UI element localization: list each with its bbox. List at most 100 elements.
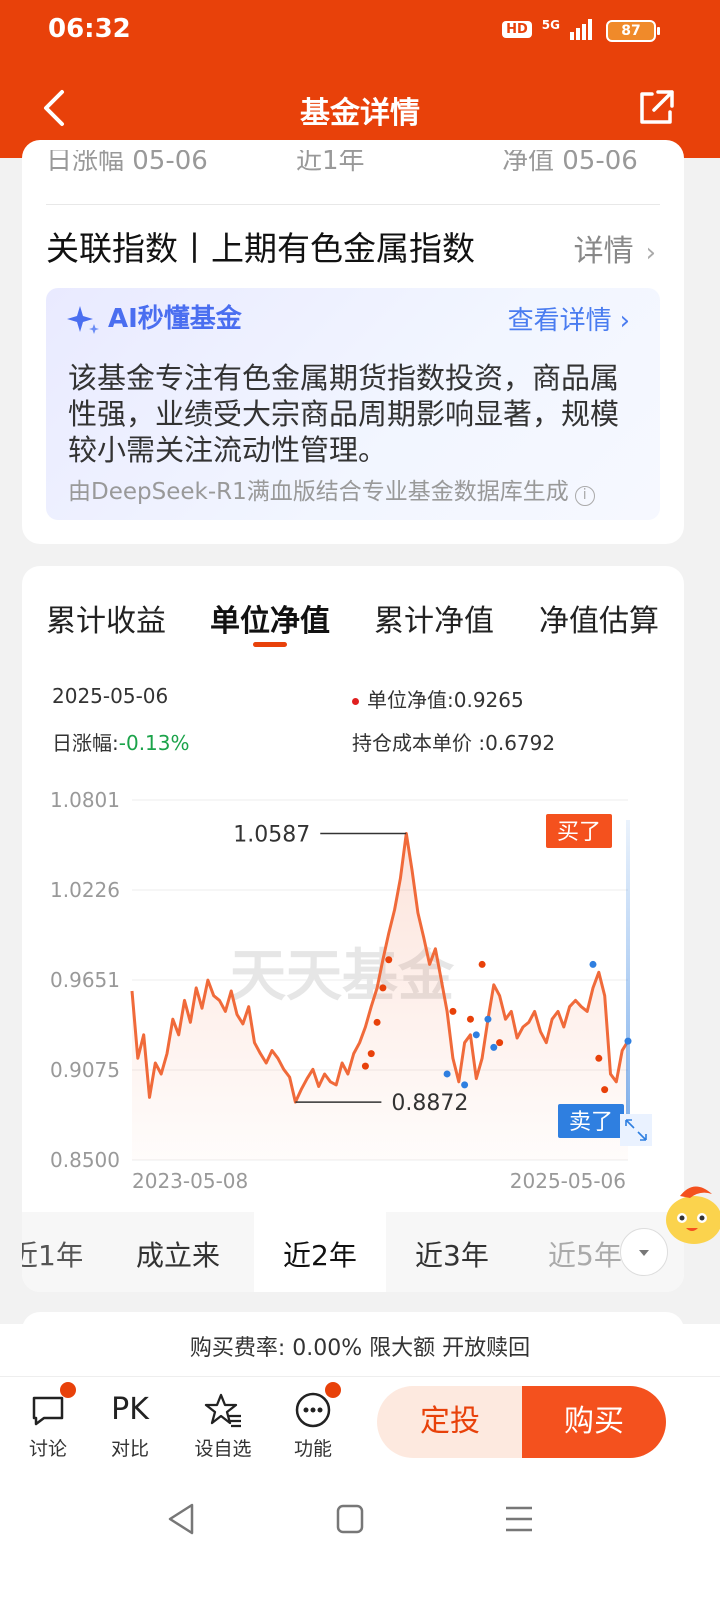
add-watchlist-button[interactable]: 设自选 <box>193 1390 253 1461</box>
nav-value: 0.9265 <box>453 688 524 712</box>
discuss-label: 讨论 <box>28 1438 67 1460</box>
tab-cumulative-return[interactable]: 累计收益 <box>46 596 166 640</box>
chat-icon <box>28 1382 76 1430</box>
buy-point <box>379 984 387 992</box>
nav-line-chart[interactable]: 天天基金 买了卖了 1.08011.02260.96510.90750.8500… <box>22 780 684 1200</box>
y-tick-label: 0.9075 <box>50 1058 120 1082</box>
ai-more-link[interactable]: 查看详情 › <box>508 300 630 337</box>
x-tick-label: 2023-05-08 <box>132 1169 248 1193</box>
y-tick-label: 0.9651 <box>50 968 120 992</box>
fee-info: 购买费率: 0.00% 限大额 开放赎回 <box>0 1324 720 1376</box>
sell-point <box>589 960 597 968</box>
change-label: 日涨幅: <box>52 731 119 755</box>
cost-price: 持仓成本单价 :0.6792 <box>352 727 555 756</box>
auto-invest-button[interactable]: 定投 <box>377 1386 523 1458</box>
ai-source-note: 由DeepSeek-R1满血版结合专业基金数据库生成 i <box>68 472 595 506</box>
buy-point <box>385 956 393 964</box>
buy-point <box>478 960 486 968</box>
compare-label: 对比 <box>110 1438 149 1460</box>
sell-point <box>490 1043 498 1051</box>
status-icons: HD 5G <box>502 18 592 40</box>
active-tab-indicator <box>253 642 287 647</box>
functions-label: 功能 <box>293 1438 332 1460</box>
y-tick-label: 0.8500 <box>50 1148 120 1172</box>
stat-period: 近1年 <box>296 150 365 176</box>
ai-more-label: 查看详情 <box>507 306 612 336</box>
chart-date: 2025-05-06 <box>52 684 169 708</box>
min-label: 0.8872 <box>391 1091 468 1116</box>
ai-title: AI秒懂基金 <box>108 304 242 334</box>
compare-button[interactable]: PK 对比 <box>100 1390 160 1461</box>
stat-nav: 净值 05-06 <box>502 150 638 176</box>
app-header: 06:32 HD 5G 87 基金详情 <box>0 0 720 158</box>
notification-dot <box>60 1382 76 1398</box>
buy-point <box>373 1018 381 1026</box>
index-detail-link[interactable]: 详情 › <box>574 226 656 270</box>
network-label: 5G <box>541 18 560 32</box>
expand-icon-bg <box>620 1114 652 1146</box>
tab-nav-estimate[interactable]: 净值估算 <box>539 596 659 640</box>
y-tick-label: 1.0226 <box>50 878 120 902</box>
cost-label: 持仓成本单价 : <box>352 731 486 755</box>
system-nav-bar <box>0 1470 720 1600</box>
buy-button[interactable]: 购买 <box>522 1386 666 1458</box>
info-icon[interactable]: i <box>574 486 595 506</box>
more-circle-icon <box>293 1382 341 1430</box>
unit-nav-readout: 单位净值:0.9265 <box>352 684 524 713</box>
ai-summary-box: AI秒懂基金 查看详情 › 该基金专注有色金属期货指数投资，商品属性强，业绩受大宗… <box>46 288 660 520</box>
expand-icon[interactable] <box>620 1114 652 1146</box>
notification-dot <box>325 1382 341 1398</box>
functions-button[interactable]: 功能 <box>283 1382 343 1461</box>
index-detail-label: 详情 <box>573 234 634 269</box>
mascot-icon[interactable] <box>660 1178 720 1250</box>
buy-point <box>496 1039 504 1047</box>
buy-point <box>466 1015 474 1023</box>
ai-summary-text: 该基金专注有色金属期货指数投资，商品属性强，业绩受大宗商品周期影响显著，规模较小… <box>68 361 620 467</box>
chevron-right-icon: › <box>619 306 630 336</box>
page-title: 基金详情 <box>300 96 420 131</box>
tab-unit-nav[interactable]: 单位净值 <box>210 596 330 640</box>
share-icon[interactable] <box>636 88 676 128</box>
sell-point <box>472 1031 480 1039</box>
max-label: 1.0587 <box>233 822 310 847</box>
cost-value: 0.6792 <box>485 731 556 755</box>
home-square-icon[interactable] <box>336 1504 364 1534</box>
pk-icon: PK <box>111 1392 149 1427</box>
buy-point <box>595 1054 603 1062</box>
range-since-inception[interactable]: 成立来 <box>136 1234 220 1274</box>
back-triangle-icon[interactable] <box>166 1502 196 1536</box>
watchlist-label: 设自选 <box>194 1438 252 1460</box>
x-tick-label: 2025-05-06 <box>510 1169 626 1193</box>
nav-area <box>132 833 628 1160</box>
range-2y[interactable]: 近2年 <box>283 1234 357 1274</box>
related-index: 关联指数丨上期有色金属指数 <box>46 229 475 268</box>
signal-icon <box>570 18 592 40</box>
hd-badge: HD <box>502 20 532 38</box>
buy-point <box>449 1007 457 1015</box>
y-tick-label: 1.0801 <box>50 788 120 812</box>
battery-icon: 87 <box>606 20 660 42</box>
stat-change: 日涨幅 05-06 <box>46 150 208 176</box>
discuss-button[interactable]: 讨论 <box>18 1382 78 1461</box>
divider <box>46 204 660 205</box>
range-1y[interactable]: 近1年 <box>22 1234 82 1274</box>
sell-point <box>484 1015 492 1023</box>
buy-point <box>361 1062 369 1070</box>
sell-point <box>461 1081 469 1089</box>
menu-lines-icon[interactable] <box>504 1504 534 1534</box>
range-3y[interactable]: 近3年 <box>415 1234 489 1274</box>
scrolled-stats-row: 日涨幅 05-06 近1年 净值 05-06 <box>0 150 720 180</box>
buy-badge-label: 买了 <box>557 820 601 845</box>
sparkle-icon <box>67 306 99 334</box>
nav-label: 单位净值: <box>367 688 454 712</box>
range-5y[interactable]: 近5年 <box>548 1234 622 1274</box>
status-time: 06:32 <box>48 14 131 44</box>
range-clip: 近1年 <box>22 1212 82 1292</box>
star-list-icon <box>203 1390 243 1430</box>
sell-point <box>443 1070 451 1078</box>
change-value: -0.13% <box>118 731 190 755</box>
ai-source-label: 由DeepSeek-R1满血版结合专业基金数据库生成 <box>68 479 569 505</box>
daily-change: 日涨幅:-0.13% <box>52 727 190 756</box>
tab-cumulative-nav[interactable]: 累计净值 <box>374 596 494 640</box>
buy-point <box>601 1086 609 1094</box>
